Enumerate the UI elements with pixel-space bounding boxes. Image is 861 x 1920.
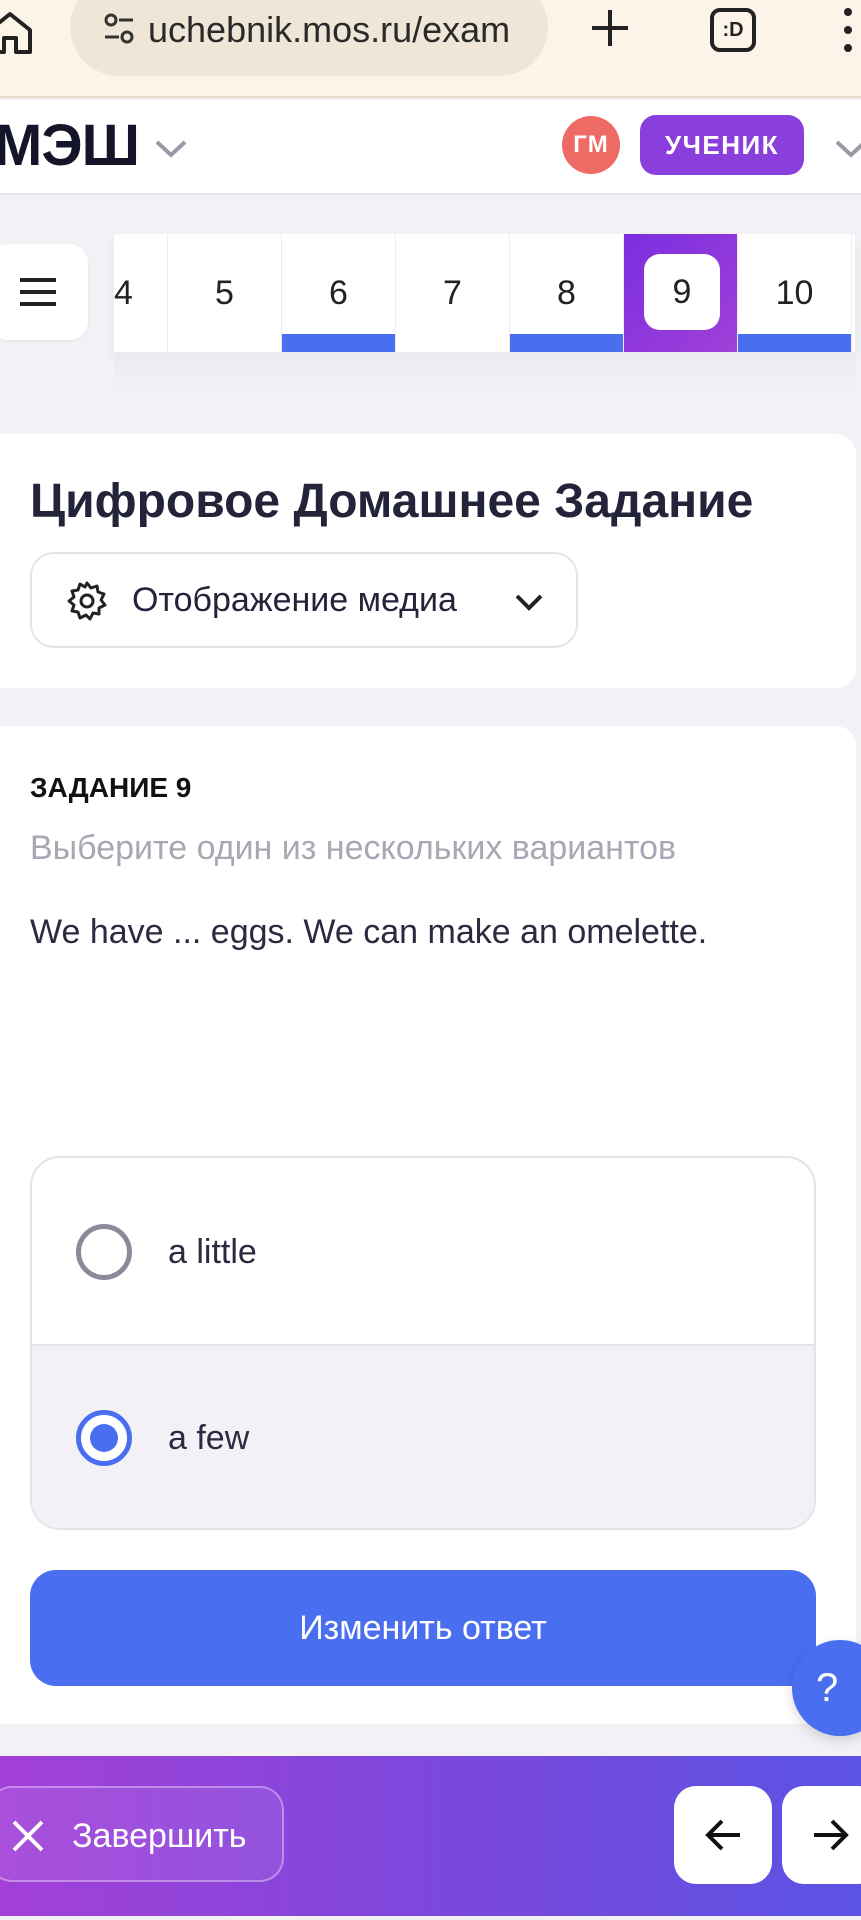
question-tab-label: 5 (215, 274, 234, 312)
question-tab-9[interactable]: 9 (624, 234, 738, 352)
media-display-button[interactable]: Отображение медиа (30, 552, 578, 648)
question-tab-label: 4 (114, 274, 133, 312)
answered-indicator (282, 334, 395, 352)
chevron-down-icon[interactable] (154, 138, 188, 160)
task-number: ЗАДАНИЕ 9 (30, 772, 192, 803)
question-nav: 4 5 6 7 8 9 10 (114, 234, 855, 352)
site-settings-icon[interactable] (104, 12, 134, 46)
hamburger-icon (20, 278, 56, 306)
arrow-left-icon (705, 1819, 740, 1851)
answer-option-label: a few (168, 1419, 250, 1457)
chevron-down-icon (515, 594, 543, 611)
brand-logo[interactable]: МЭШ (0, 116, 140, 176)
url-text[interactable]: uchebnik.mos.ru/exam (148, 6, 528, 54)
media-display-label: Отображение медиа (132, 581, 457, 619)
question-tab-label: 8 (557, 274, 576, 312)
question-tab-4[interactable]: 4 (54, 234, 168, 352)
chevron-down-icon[interactable] (834, 138, 861, 160)
app-root: uchebnik.mos.ru/exam :D МЭШ ГМ УЧЕНИК 4 5… (0, 0, 861, 1920)
question-tab-label: 6 (329, 274, 348, 312)
question-tab-10[interactable]: 10 (738, 234, 852, 352)
next-question-button[interactable] (782, 1786, 861, 1884)
question-tab-7[interactable]: 7 (396, 234, 510, 352)
radio-button[interactable] (76, 1224, 132, 1280)
finish-button[interactable]: Завершить (0, 1786, 284, 1882)
answer-option-a-little[interactable]: a little (32, 1158, 814, 1344)
role-badge[interactable]: УЧЕНИК (640, 115, 804, 175)
gear-icon (67, 581, 107, 621)
question-tab-label: 9 (644, 254, 720, 330)
close-icon (12, 1820, 44, 1852)
answered-indicator (510, 334, 623, 352)
home-icon[interactable] (0, 8, 34, 56)
answer-options: a little a few (30, 1156, 816, 1530)
finish-label: Завершить (72, 1817, 247, 1855)
avatar[interactable]: ГМ (562, 116, 620, 174)
tabs-icon[interactable]: :D (710, 8, 756, 52)
page-title: Цифровое Домашнее Задание (30, 475, 754, 528)
answer-option-a-few[interactable]: a few (32, 1344, 814, 1528)
answer-option-label: a little (168, 1233, 257, 1271)
question-tab-6[interactable]: 6 (282, 234, 396, 352)
question-nav-shadow (114, 352, 855, 398)
task-hint: Выберите один из нескольких вариантов (30, 829, 677, 867)
change-answer-button[interactable]: Изменить ответ (30, 1570, 816, 1686)
answered-indicator (738, 334, 851, 352)
question-tab-label: 10 (775, 274, 814, 312)
arrow-right-icon (814, 1819, 849, 1851)
radio-button-selected[interactable] (76, 1410, 132, 1466)
menu-dots-icon[interactable] (844, 8, 852, 52)
task-question: We have ... eggs. We can make an omelett… (30, 913, 708, 951)
plus-icon[interactable] (590, 8, 630, 48)
previous-question-button[interactable] (674, 1786, 772, 1884)
question-tab-5[interactable]: 5 (168, 234, 282, 352)
question-tab-label: 7 (443, 274, 462, 312)
help-label: ? (816, 1666, 839, 1710)
question-tab-8[interactable]: 8 (510, 234, 624, 352)
